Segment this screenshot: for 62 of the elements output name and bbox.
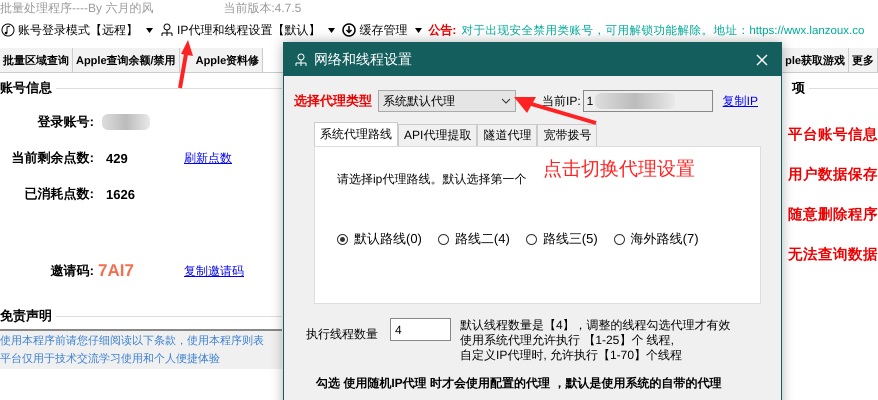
notice-text: 对于出现安全禁用类账号，可用解锁功能解除。地址：https://wwx.lanzoux.co <box>461 24 864 38</box>
toolbar-menu-button[interactable]: 账号登录模式【远程】 <box>0 22 154 38</box>
field-label: 登录账号: <box>36 113 94 131</box>
caret-icon <box>146 28 153 32</box>
proxy-type-label: 选择代理类型 <box>294 92 373 110</box>
copy-ip-link[interactable]: 复制IP <box>722 92 758 110</box>
route-radio[interactable]: 海外路线(7) <box>614 230 699 248</box>
annotation-text: 点击切换代理设置 <box>543 158 695 182</box>
toolbar-menu-button[interactable]: IP代理和线程设置【默认】 <box>159 22 336 38</box>
warning-text: 随意删除程序 <box>788 206 878 224</box>
thread-note: 默认线程数量是【4】，调整的线程勾选代理才有效 <box>460 318 731 333</box>
warning-text: 用户数据保存 <box>788 166 878 184</box>
music-note-icon <box>1 23 15 37</box>
main-tab[interactable]: ple获取游戏 <box>782 48 849 72</box>
link[interactable]: 复制邀请码 <box>184 262 282 280</box>
proxy-tab[interactable]: 隧道代理 <box>477 124 538 146</box>
chevron-down-icon <box>501 98 511 104</box>
field-value: 429 <box>105 150 129 166</box>
proxy-tab[interactable]: API代理提取 <box>398 124 478 146</box>
toolbar-menu-button[interactable]: 缓存管理 <box>341 22 424 38</box>
field-label: 已消耗点数: <box>24 185 94 203</box>
thread-note: 使用系统代理允许执行 【1-25】个 线程, <box>460 333 676 348</box>
warning-text: 平台账号信息 <box>788 126 878 144</box>
field-label: 邀请码: <box>50 262 94 280</box>
route-radio[interactable]: 路线三(5) <box>526 230 598 248</box>
annotation-arrow <box>176 40 194 90</box>
proxy-tab[interactable]: 系统代理路线 <box>314 122 398 146</box>
network-icon <box>160 23 174 37</box>
disclaimer-text: 平台仅用于技术交流学习使用和个人便捷体验 <box>0 352 221 366</box>
proxy-tab[interactable]: 宽带拨号 <box>537 124 598 146</box>
route-hint: 请选择ip代理路线。默认选择第一个 <box>337 171 528 188</box>
field-value: 1626 <box>105 186 136 202</box>
route-radio[interactable]: 默认路线(0) <box>337 230 422 248</box>
group-title: 账号信息 <box>0 79 52 97</box>
notice-label: 公告: <box>428 22 456 38</box>
thread-count-field[interactable]: 4 <box>390 318 451 341</box>
link[interactable]: 刷新点数 <box>184 150 282 166</box>
network-icon <box>294 52 308 66</box>
main-tab[interactable]: 批量区域查询 <box>0 48 73 72</box>
version-label: 当前版本:4.7.5 <box>223 0 302 16</box>
main-tab[interactable]: Apple资料修 <box>180 48 264 72</box>
disclaimer-text: 使用本程序前请您仔细阅读以下条款，使用本程序则表 <box>0 334 265 348</box>
thread-note: 自定义IP代理时, 允许执行【1-70】个线程 <box>460 348 684 363</box>
group-title: 项 <box>792 79 805 97</box>
proxy-type-dropdown[interactable]: 系统默认代理 <box>378 90 516 112</box>
dialog-title: 网络和线程设置 <box>314 50 413 68</box>
route-radio[interactable]: 路线二(4) <box>438 230 510 248</box>
ip-label: 当前IP: <box>542 92 581 110</box>
thread-count-label: 执行线程数量 <box>306 326 379 343</box>
warning-text: 无法查询数据 <box>788 246 878 264</box>
proxy-footnote: 勾选 使用随机IP代理 时才会使用配置的代理 ，默认是使用系统的自带的代理 <box>314 375 722 392</box>
main-tab[interactable]: Apple查询余额/禁用 <box>73 48 180 72</box>
caret-icon <box>415 28 422 32</box>
download-icon <box>342 23 356 37</box>
blurred-value <box>102 114 150 130</box>
caret-icon <box>328 28 336 32</box>
group-title: 免责声明 <box>0 307 52 325</box>
invite-code: 7AI7 <box>97 261 135 281</box>
main-tab[interactable]: 更多 <box>849 48 878 72</box>
field-label: 当前剩余点数: <box>10 149 94 167</box>
ip-field[interactable]: 1 <box>582 90 713 112</box>
app-title: 批量处理程序----By 六月的风 <box>0 0 154 16</box>
